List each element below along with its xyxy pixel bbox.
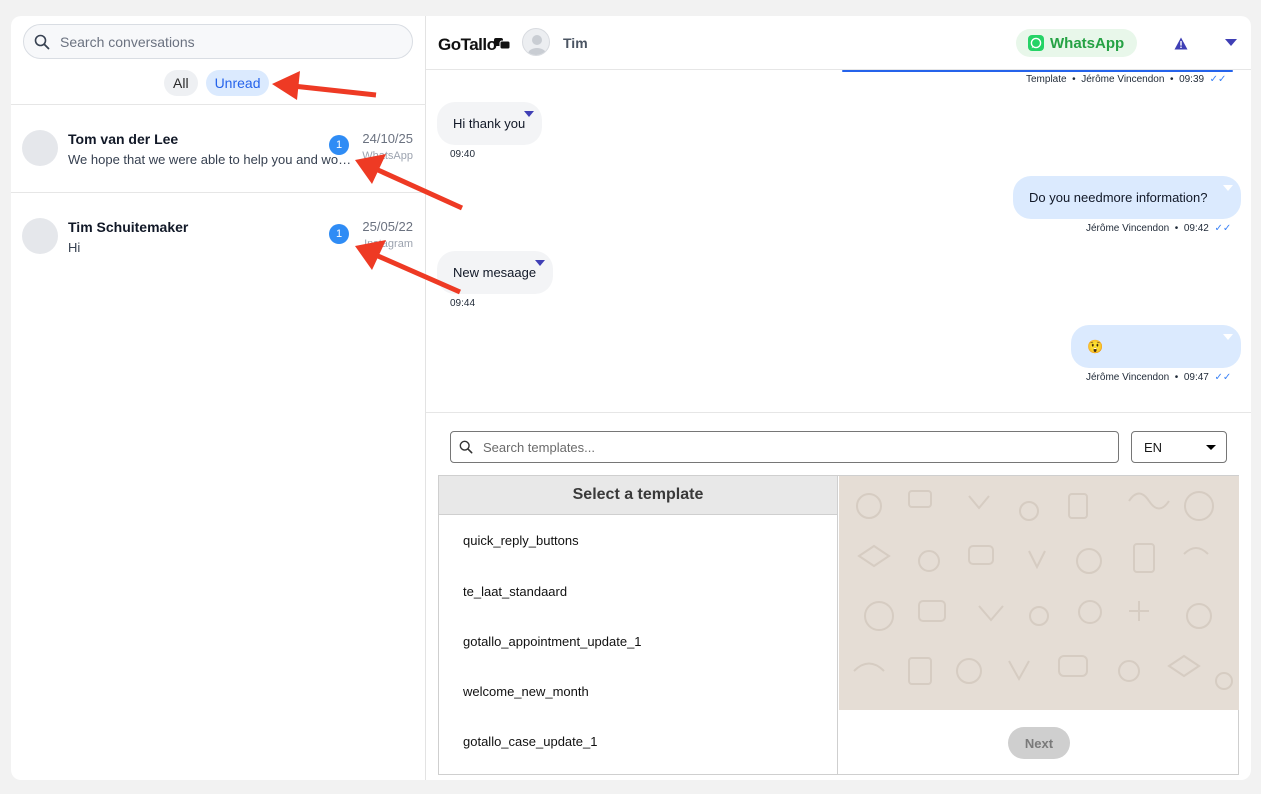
- avatar: [22, 218, 58, 254]
- incoming-message[interactable]: Hi thank you: [437, 102, 542, 145]
- template-item[interactable]: gotallo_appointment_update_1: [463, 634, 642, 649]
- person-icon: [528, 35, 546, 55]
- template-item[interactable]: quick_reply_buttons: [463, 533, 579, 548]
- chat-panel: GoTallo Tim WhatsApp Template • Jérôme V…: [426, 16, 1251, 780]
- read-tick-icon: ✓✓: [1209, 74, 1227, 85]
- language-select[interactable]: EN: [1131, 431, 1227, 463]
- template-item[interactable]: gotallo_case_update_1: [463, 734, 597, 749]
- whatsapp-icon: [1028, 35, 1044, 51]
- unread-badge: 1: [329, 224, 349, 244]
- template-preview-area: [839, 476, 1239, 710]
- message-text: 😲: [1087, 338, 1104, 354]
- message-meta: Jérôme Vincendon • 09:42 ✓✓: [1086, 223, 1232, 234]
- dropdown-arrow-icon: [1206, 445, 1216, 450]
- message-thread: Template • Jérôme Vincendon • 09:39 ✓✓ H…: [426, 70, 1251, 412]
- message-time: 09:44: [450, 298, 476, 309]
- template-search-placeholder: Search templates...: [483, 439, 595, 455]
- filter-chips: All Unread: [164, 70, 270, 96]
- search-icon: [459, 440, 473, 454]
- template-message-edge: [842, 70, 1233, 72]
- message-menu-caret-icon[interactable]: [1223, 185, 1233, 191]
- channel-label: WhatsApp: [1050, 34, 1125, 52]
- filter-unread-chip[interactable]: Unread: [205, 70, 270, 96]
- message-text: Do you needmore information?: [1029, 190, 1208, 205]
- conversation-channel: Instagram: [364, 238, 413, 250]
- conversation-name: Tom van der Lee: [68, 131, 179, 147]
- message-meta: Jérôme Vincendon • 09:47 ✓✓: [1086, 372, 1232, 383]
- conversation-preview: Hi: [68, 240, 81, 255]
- template-list-heading: Select a template: [439, 476, 837, 515]
- conversation-date: 25/05/22: [362, 219, 413, 234]
- channel-selector[interactable]: WhatsApp: [1016, 29, 1138, 57]
- message-menu-caret-icon[interactable]: [524, 111, 534, 117]
- outgoing-message[interactable]: 😲: [1071, 325, 1241, 368]
- language-value: EN: [1144, 439, 1163, 455]
- template-item[interactable]: welcome_new_month: [463, 684, 589, 699]
- chevron-down-icon[interactable]: [1225, 39, 1237, 47]
- gotallo-logo: GoTallo: [438, 35, 497, 54]
- next-button[interactable]: Next: [1008, 727, 1070, 759]
- filter-all-chip[interactable]: All: [164, 70, 198, 96]
- avatar: [22, 130, 58, 166]
- read-tick-icon: ✓✓: [1214, 372, 1232, 383]
- conversation-list-panel: Search conversations All Unread Tom van …: [11, 16, 426, 780]
- read-tick-icon: ✓✓: [1214, 223, 1232, 234]
- conversation-search-input[interactable]: Search conversations: [23, 24, 413, 59]
- chat-header: GoTallo Tim WhatsApp: [426, 16, 1251, 70]
- message-time: 09:40: [450, 149, 476, 160]
- conversation-date: 24/10/25: [362, 131, 413, 146]
- conversation-item[interactable]: Tim Schuitemaker Hi 25/05/22 Instagram 1: [11, 193, 426, 280]
- message-text: New mesaage: [453, 265, 537, 280]
- conversation-name: Tim Schuitemaker: [68, 219, 189, 235]
- contact-avatar[interactable]: [522, 28, 550, 56]
- message-text: Hi thank you: [453, 116, 526, 131]
- unread-badge: 1: [329, 135, 349, 155]
- search-icon: [34, 34, 50, 49]
- conversation-item[interactable]: Tom van der Lee We hope that we were abl…: [11, 105, 426, 192]
- search-placeholder: Search conversations: [60, 33, 195, 50]
- incoming-message[interactable]: New mesaage: [437, 251, 553, 294]
- template-list: Select a template quick_reply_buttons te…: [439, 476, 838, 774]
- composer-divider: [426, 412, 1251, 413]
- message-meta: Template • Jérôme Vincendon • 09:39 ✓✓: [1026, 74, 1227, 85]
- chat-wallpaper-pattern: [853, 490, 1233, 690]
- conversation-preview: We hope that we were able to help you an…: [68, 152, 353, 167]
- warning-icon[interactable]: [1174, 37, 1188, 50]
- template-picker: Select a template quick_reply_buttons te…: [438, 475, 1239, 775]
- message-menu-caret-icon[interactable]: [1223, 334, 1233, 340]
- template-item[interactable]: te_laat_standaard: [463, 584, 567, 599]
- outgoing-message[interactable]: Do you needmore information?: [1013, 176, 1241, 219]
- message-menu-caret-icon[interactable]: [535, 260, 545, 266]
- conversation-channel: WhatsApp: [362, 150, 413, 162]
- contact-name: Tim: [563, 35, 588, 51]
- template-search-input[interactable]: Search templates...: [450, 431, 1119, 463]
- chat-bubbles-logo-icon: [494, 38, 510, 50]
